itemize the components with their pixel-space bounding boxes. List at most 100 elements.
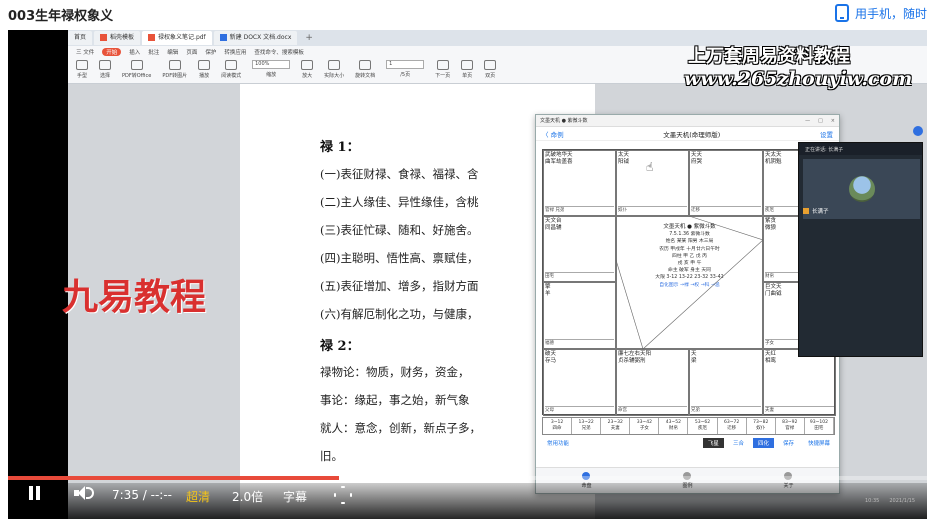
text-line: 旧。 <box>320 449 343 463</box>
fullscreen-button[interactable] <box>334 486 348 500</box>
tab-sanhe[interactable]: 三合 <box>728 438 749 448</box>
tool-hand[interactable]: 手型 <box>76 60 88 79</box>
quality-button[interactable]: 超清 <box>186 488 210 505</box>
book-icon <box>225 60 238 70</box>
speed-button[interactable]: 2.0倍 <box>232 488 263 505</box>
chart-tabs: 常用功能 飞星 三合 四化 保存 快捷屏幕 <box>542 437 835 449</box>
tool-read-mode[interactable]: 阅读模式 <box>221 60 241 79</box>
video-player[interactable]: 首页 稻壳模板 禄权象义笔记.pdf 新建 DOCX 文档.docx + 三 文… <box>8 30 927 519</box>
subtitles-button[interactable]: 字幕 <box>283 488 307 505</box>
text-line: (六)有解厄制化之功，与健康， <box>320 307 479 321</box>
chart-window-titlebar: 文墨天机 ● 紫微斗数 — □ × <box>536 115 839 127</box>
page-input[interactable]: 1 <box>386 60 425 69</box>
rotate-icon <box>359 60 372 70</box>
double-page-icon <box>484 60 497 70</box>
actual-size-icon <box>328 60 341 70</box>
user-icon <box>803 208 809 214</box>
text-line: 禄物论：物质，财务，资金， <box>320 365 470 379</box>
progress-fill <box>8 476 339 480</box>
save-button[interactable]: 保存 <box>778 438 799 448</box>
taskbar-clock: 10:35 <box>864 498 880 504</box>
tab-docx[interactable]: 新建 DOCX 文档.docx <box>213 31 298 45</box>
mobile-link[interactable]: 用手机，随时 <box>834 4 927 22</box>
watermark-text: 上万套周易资料教程 <box>688 46 850 67</box>
tool-actual-size[interactable]: 实际大小 <box>324 60 344 79</box>
tool-pdf-to-office[interactable]: PDF转Office <box>122 60 151 79</box>
page-title: 003生年禄权象义 <box>8 9 114 24</box>
single-page-icon <box>461 60 474 70</box>
convert-icon <box>130 60 143 70</box>
menu-insert[interactable]: 插入 <box>129 48 140 56</box>
speaker-avatar <box>848 176 875 202</box>
mobile-link-label[interactable]: 用手机，随时 <box>855 5 927 22</box>
speaker-panel[interactable]: 正在讲话: 长满子 长满子 <box>798 142 923 357</box>
decade-row: 3~12 四命 13~22 兄弟 23~32 夫妻 33~42 子女 43~52 财帛 5… <box>542 417 835 435</box>
text-line: (五)表征增加、增多，指财方面 <box>320 279 479 293</box>
text-line: 事论：缘起，事之始，新气象 <box>320 393 470 407</box>
palace-grid: 武破地华天 曲军劫盖喜 官禄 兄弟 太天 阳钺 奴仆 天天 府哭 迁移 天太天 机阴魁 疾厄 天… <box>542 149 836 416</box>
tool-page-nav[interactable]: 1/5页 <box>386 60 425 78</box>
section-heading: 禄 2： <box>320 339 360 354</box>
section-heading: 禄 1： <box>320 140 360 155</box>
menu-convert[interactable]: 转换应用 <box>224 48 246 56</box>
back-button[interactable]: 〈 命例 <box>542 129 564 139</box>
menu-file[interactable]: 三 文件 <box>76 48 94 56</box>
maximize-button[interactable]: □ <box>818 118 823 124</box>
tool-next-page[interactable]: 下一页 <box>435 60 450 79</box>
settings-button[interactable]: 设置 <box>820 129 833 139</box>
minimize-button[interactable]: — <box>805 118 810 124</box>
chevron-right-icon <box>436 60 449 70</box>
tab-templates[interactable]: 稻壳模板 <box>94 31 141 45</box>
close-button[interactable]: × <box>831 118 835 124</box>
menu-start[interactable]: 开始 <box>102 48 122 56</box>
menu-edit[interactable]: 编辑 <box>167 48 178 56</box>
chart-nav-bar: 〈 命例 文墨天机(命理师版) 设置 <box>536 127 839 141</box>
play-icon <box>198 60 211 70</box>
tab-pdf[interactable]: 禄权象义笔记.pdf <box>142 31 212 45</box>
templates-icon <box>100 34 108 41</box>
sanfang-lines <box>615 215 764 350</box>
zoom-input[interactable]: 100% <box>252 60 291 69</box>
tool-rotate[interactable]: 旋转文档 <box>355 60 375 79</box>
tool-zoom[interactable]: 100% 缩放 <box>252 60 291 78</box>
text-line: 就人：意念，创新，新点子多， <box>320 421 481 435</box>
pdf-icon <box>148 34 156 41</box>
new-tab-button[interactable]: + <box>305 33 313 43</box>
text-line: (二)主人缘佳、异性缘佳，含桃 <box>320 195 479 209</box>
hand-icon <box>76 60 88 70</box>
tool-play[interactable]: 播放 <box>198 60 211 79</box>
menu-search[interactable]: 查找命令、搜索模板 <box>254 48 304 56</box>
zoom-in-icon <box>301 60 314 70</box>
watermark-url: www.265zhouyiw.com <box>684 68 913 90</box>
progress-bar[interactable] <box>8 476 927 480</box>
notification-icon[interactable] <box>913 126 923 136</box>
tab-home[interactable]: 首页 <box>68 31 93 45</box>
docx-icon <box>219 34 227 41</box>
pause-button[interactable] <box>28 486 42 500</box>
taskbar-date: 2021/1/15 <box>889 498 915 504</box>
speaker-name-tag: 长满子 <box>803 207 829 215</box>
tab-sihua[interactable]: 四化 <box>752 438 774 448</box>
menu-protect[interactable]: 保护 <box>205 48 216 56</box>
astrology-chart-window[interactable]: 文墨天机 ● 紫微斗数 — □ × 〈 命例 文墨天机(命理师版) 设置 武破地… <box>535 114 840 494</box>
chart-nav-title: 文墨天机(命理师版) <box>663 130 721 139</box>
tool-zoom-in[interactable]: 放大 <box>301 60 314 79</box>
select-icon <box>99 60 111 70</box>
tab-quick-screen[interactable]: 快捷屏幕 <box>803 438 835 448</box>
menu-page[interactable]: 页面 <box>186 48 197 56</box>
brand-watermark: 九易教程 <box>62 276 207 318</box>
tool-pdf-to-image[interactable]: PDF转图片 <box>162 60 187 79</box>
tool-single-page[interactable]: 单页 <box>461 60 474 79</box>
mouse-cursor-icon: ☝ <box>646 160 654 174</box>
tool-double-page[interactable]: 双页 <box>484 60 497 79</box>
text-line: (四)主聪明、悟性高、禀赋佳， <box>320 251 479 265</box>
chart-window-title: 文墨天机 ● 紫微斗数 <box>540 118 588 124</box>
menu-annotate[interactable]: 批注 <box>148 48 159 56</box>
phone-icon <box>834 4 849 22</box>
tab-common[interactable]: 常用功能 <box>542 438 574 448</box>
tab-flying-star[interactable]: 飞星 <box>702 438 724 448</box>
tool-select[interactable]: 选择 <box>99 60 111 79</box>
time-display: 7:35 / --:-- <box>112 488 172 502</box>
top-bar: 003生年禄权象义 用手机，随时 <box>0 0 927 30</box>
speaker-header: 正在讲话: 长满子 <box>799 143 922 155</box>
